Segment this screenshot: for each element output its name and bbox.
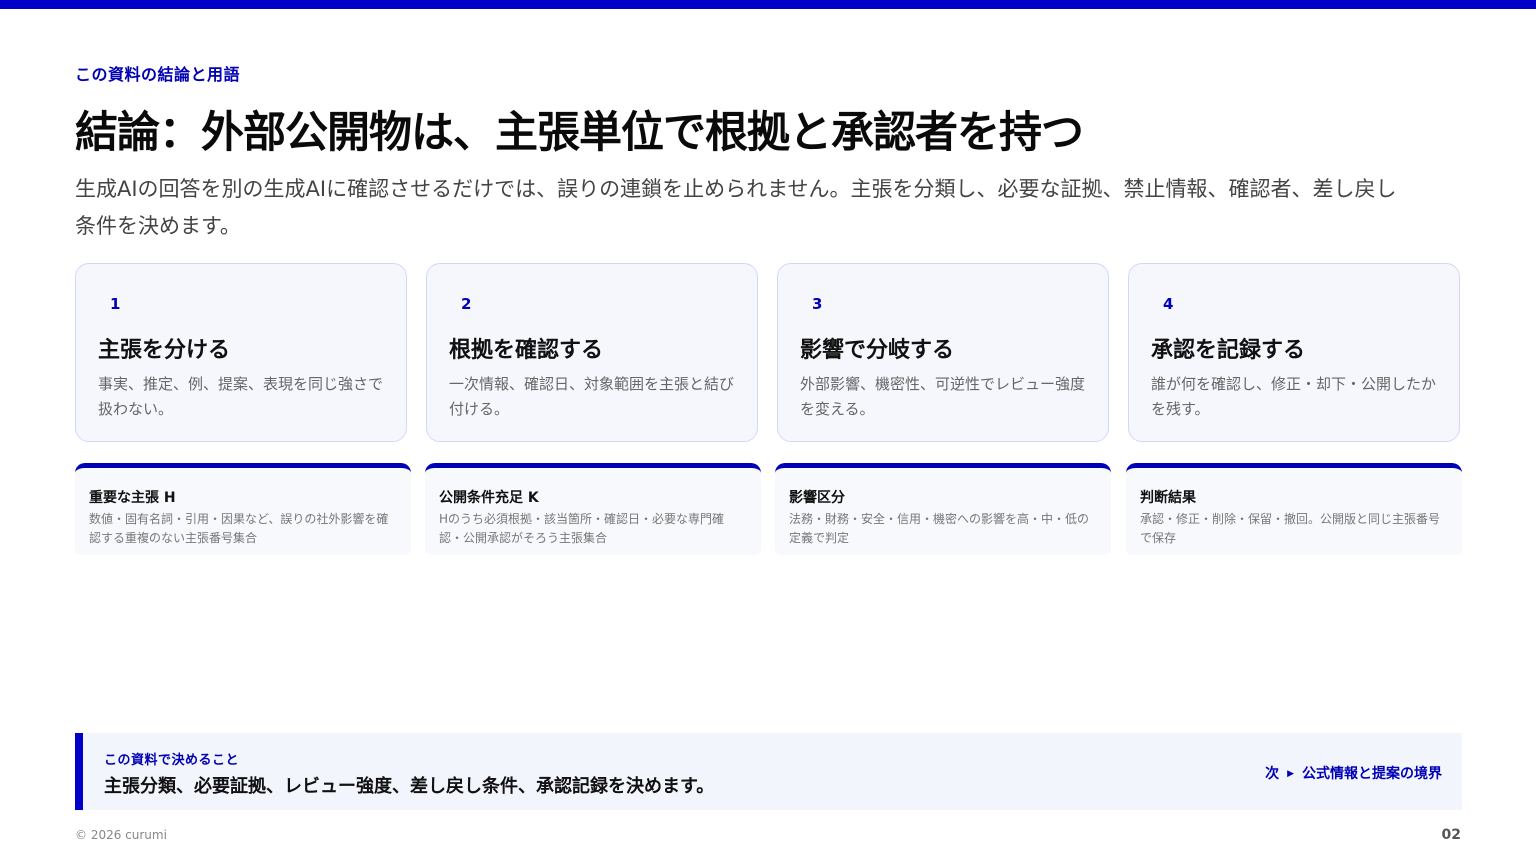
next-label: 次 (1265, 766, 1280, 782)
term-description: 承認・修正・削除・保留・撤回。公開版と同じ主張番号で保存 (1140, 512, 1441, 545)
term-definitions: 重要な主張 H 数値・固有名詞・引用・因果など、誤りの社外影響を確認する重複のな… (75, 463, 1462, 555)
term-description: 法務・財務・安全・信用・機密への影響を高・中・低の定義で判定 (789, 512, 1090, 545)
next-section-link[interactable]: 次 ▶ 公式情報と提案の境界 (1265, 763, 1442, 783)
step-title: 根拠を確認する (449, 338, 604, 363)
term-title: 影響区分 (789, 490, 845, 506)
step-title: 影響で分岐する (800, 338, 955, 363)
step-description: 事実、推定、例、提案、表現を同じ強さで扱わない。 (98, 375, 384, 418)
top-accent-bar (0, 0, 1536, 9)
term-card-decision-result: 判断結果 承認・修正・削除・保留・撤回。公開版と同じ主張番号で保存 (1126, 463, 1462, 555)
page-title: 結論：外部公開物は、主張単位で根拠と承認者を持つ (75, 108, 1084, 158)
step-cards: 1 主張を分ける 事実、推定、例、提案、表現を同じ強さで扱わない。 2 根拠を確… (75, 263, 1462, 444)
step-number: 4 (1163, 295, 1174, 313)
decision-callout: この資料で決めること 主張分類、必要証拠、レビュー強度、差し戻し条件、承認記録を… (75, 733, 1462, 810)
term-card-impact-category: 影響区分 法務・財務・安全・信用・機密への影響を高・中・低の定義で判定 (775, 463, 1111, 555)
step-description: 一次情報、確認日、対象範囲を主張と結び付ける。 (449, 375, 735, 418)
term-card-publish-conditions: 公開条件充足 K Hのうち必須根拠・該当箇所・確認日・必要な専門確認・公開承認が… (425, 463, 761, 555)
next-title: 公式情報と提案の境界 (1302, 766, 1442, 782)
step-number: 3 (812, 295, 823, 313)
step-card-2: 2 根拠を確認する 一次情報、確認日、対象範囲を主張と結び付ける。 (426, 263, 758, 442)
term-card-important-claims: 重要な主張 H 数値・固有名詞・引用・因果など、誤りの社外影響を確認する重複のな… (75, 463, 411, 555)
term-title: 判断結果 (1140, 490, 1196, 506)
step-number: 2 (461, 295, 472, 313)
step-card-4: 4 承認を記録する 誰が何を確認し、修正・却下・公開したかを残す。 (1128, 263, 1460, 442)
step-title: 主張を分ける (98, 338, 231, 363)
step-number: 1 (110, 295, 121, 313)
term-title: 重要な主張 H (89, 490, 176, 506)
step-card-3: 3 影響で分岐する 外部影響、機密性、可逆性でレビュー強度を変える。 (777, 263, 1109, 442)
callout-label: この資料で決めること (104, 753, 240, 768)
step-description: 外部影響、機密性、可逆性でレビュー強度を変える。 (800, 375, 1086, 418)
step-title: 承認を記録する (1151, 338, 1306, 363)
term-title: 公開条件充足 K (439, 490, 539, 506)
callout-text: 主張分類、必要証拠、レビュー強度、差し戻し条件、承認記録を決めます。 (104, 776, 715, 797)
copyright: © 2026 curumi (75, 828, 167, 842)
next-arrow-icon: ▶ (1287, 769, 1294, 779)
step-card-1: 1 主張を分ける 事実、推定、例、提案、表現を同じ強さで扱わない。 (75, 263, 407, 442)
page-number: 02 (1441, 827, 1461, 843)
term-description: 数値・固有名詞・引用・因果など、誤りの社外影響を確認する重複のない主張番号集合 (89, 512, 389, 545)
term-description: Hのうち必須根拠・該当箇所・確認日・必要な専門確認・公開承認がそろう主張集合 (439, 512, 725, 545)
step-description: 誰が何を確認し、修正・却下・公開したかを残す。 (1151, 375, 1437, 418)
lead-paragraph: 生成AIの回答を別の生成AIに確認させるだけでは、誤りの連鎖を止められません。主… (75, 177, 1397, 238)
section-eyebrow: この資料の結論と用語 (75, 65, 241, 84)
